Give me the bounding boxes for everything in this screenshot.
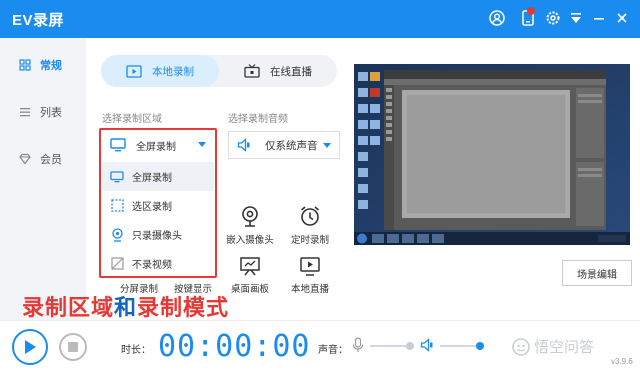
tab-local-record[interactable]: 本地录制 — [101, 55, 219, 87]
watermark-logo-icon — [512, 337, 530, 356]
speaker-icon[interactable] — [420, 338, 434, 352]
sidebar-item-list[interactable]: 列表 — [0, 97, 86, 127]
split-screen-icon — [111, 262, 167, 276]
sidebar-item-member[interactable]: 会员 — [0, 144, 86, 174]
record-audio-select[interactable]: 仅系统声音 — [228, 131, 340, 159]
annotation-part-3: 录制模式 — [137, 295, 230, 321]
sidebar-item-label: 列表 — [40, 107, 62, 119]
tab-live-stream[interactable]: 在线直播 — [219, 55, 337, 87]
record-audio-value: 仅系统声音 — [265, 139, 318, 152]
microphone-icon[interactable] — [352, 337, 364, 353]
record-audio-label: 选择录制音频 — [228, 114, 288, 125]
app-title: EV录屏 — [12, 12, 65, 29]
play-screen-icon — [282, 257, 338, 276]
preview-area — [354, 64, 630, 245]
version-label: v3.9.6 — [611, 357, 633, 366]
tool-desktop-board[interactable]: 桌面画板 — [222, 257, 278, 301]
tool-local-live[interactable]: 本地直播 — [282, 257, 338, 301]
video-record-icon — [126, 64, 142, 78]
duration-label: 时长： — [121, 345, 151, 356]
desktop-preview-image — [354, 64, 630, 245]
tool-embed-camera[interactable]: 嵌入摄像头 — [222, 203, 278, 247]
minimize-icon[interactable] — [590, 9, 608, 27]
annotation-part-1: 录制区域 — [22, 295, 115, 321]
speaker-volume-knob[interactable] — [476, 342, 484, 350]
alarm-clock-icon — [282, 203, 338, 227]
list-icon — [18, 105, 32, 119]
keyboard-icon — [165, 262, 221, 276]
play-icon — [25, 340, 36, 354]
annotation-part-2: 和 — [114, 295, 138, 321]
start-record-button[interactable] — [12, 329, 48, 365]
highlight-frame — [99, 128, 217, 278]
tool-label: 本地直播 — [290, 284, 329, 295]
tv-icon — [244, 64, 260, 78]
grid-icon — [18, 58, 32, 72]
tab-label: 本地录制 — [152, 65, 194, 78]
stop-record-button[interactable] — [59, 333, 87, 361]
title-bar: EV录屏 — [0, 0, 640, 38]
record-timer: 00:00:00 — [158, 329, 311, 364]
notification-dot-icon — [527, 7, 535, 15]
speaker-icon — [237, 138, 251, 152]
sidebar-item-general[interactable]: 常规 — [0, 50, 86, 80]
chevron-down-icon — [323, 143, 331, 148]
tool-scheduled-record[interactable]: 定时录制 — [282, 203, 338, 247]
watermark: 悟空问答 — [512, 336, 594, 357]
record-mode-tabs: 本地录制 在线直播 — [101, 55, 337, 87]
record-area-label: 选择录制区域 — [102, 114, 162, 125]
mic-volume-knob[interactable] — [406, 342, 414, 350]
bottom-control-bar: 时长： 00:00:00 声音： 悟空问答 v3.9.6 — [0, 320, 640, 373]
sidebar: 常规 列表 会员 — [0, 38, 86, 320]
tool-label: 定时录制 — [290, 235, 329, 246]
webcam-icon — [222, 203, 278, 227]
sidebar-item-label: 会员 — [40, 154, 62, 166]
mic-volume-slider[interactable] — [370, 345, 410, 347]
tool-label: 桌面画板 — [230, 284, 269, 295]
user-icon[interactable] — [488, 9, 506, 27]
diamond-icon — [18, 152, 32, 166]
annotation-title: 录制区域和录制模式 — [22, 290, 229, 322]
close-icon[interactable] — [613, 9, 631, 27]
tool-label: 嵌入摄像头 — [226, 235, 274, 246]
tab-label: 在线直播 — [270, 65, 312, 78]
watermark-text: 悟空问答 — [534, 339, 595, 356]
stop-icon — [68, 342, 78, 352]
easel-icon — [222, 257, 278, 276]
menu-dropdown-icon[interactable] — [567, 9, 585, 27]
scene-edit-button[interactable]: 场景编辑 — [562, 260, 632, 286]
settings-icon[interactable] — [544, 9, 562, 27]
volume-label: 声音： — [318, 345, 348, 356]
sidebar-item-label: 常规 — [40, 60, 62, 72]
